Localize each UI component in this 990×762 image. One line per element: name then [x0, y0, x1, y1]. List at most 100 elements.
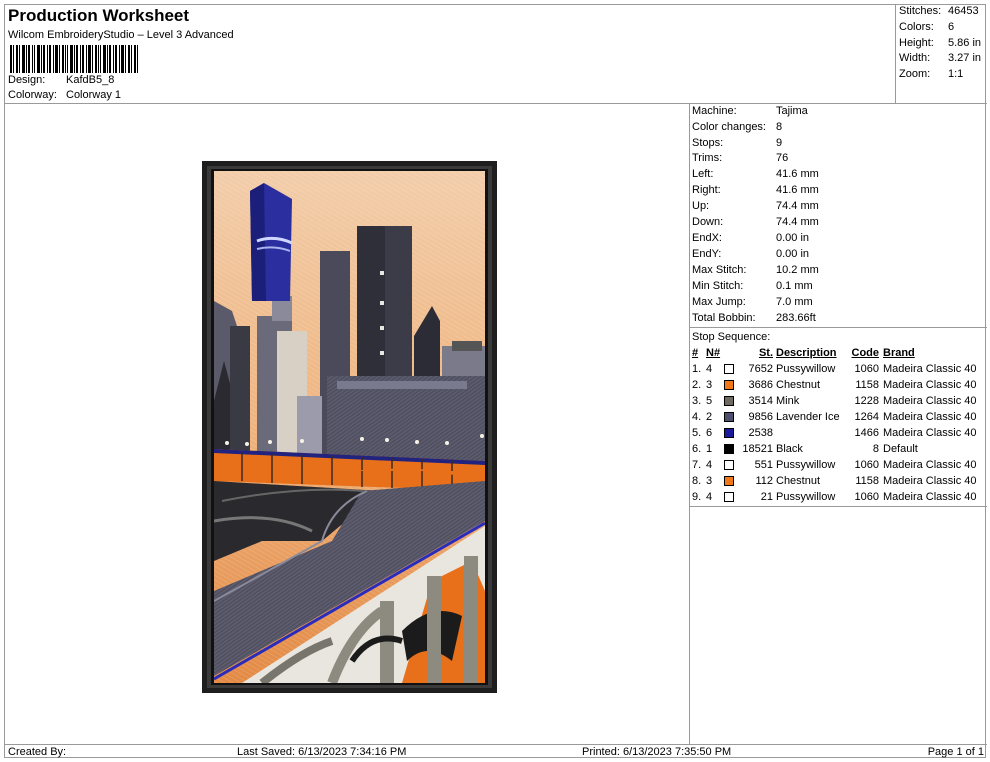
info-right: Right: 41.6 mm [692, 184, 819, 196]
divider [690, 506, 987, 507]
printed-date: Printed: 6/13/2023 7:35:50 PM [582, 746, 732, 758]
color-swatch-icon [724, 460, 734, 471]
color-swatch-icon [724, 412, 734, 423]
thread-brand: Madeira Classic 40 [883, 427, 977, 439]
color-swatch [724, 393, 738, 409]
summary-zoom: Zoom: 1:1 [899, 68, 964, 80]
stop-index: 2. [692, 379, 702, 391]
thread-description: Black [776, 443, 803, 455]
stop-sequence-table: # N# St. Description Code Brand 1. 4 7652 P… [690, 345, 987, 505]
info-max-jump: Max Jump: 7.0 mm [692, 296, 813, 308]
thread-code: 8 [872, 443, 879, 455]
worksheet-header: Production Worksheet Wilcom EmbroiderySt… [5, 5, 987, 104]
stop-sequence-title: Stop Sequence: [692, 331, 771, 343]
summary-colors: Colors: 6 [899, 21, 955, 33]
thread-code: 1158 [855, 475, 879, 487]
table-row: 4. 2 9856 Lavender Ice 1264 Madeira Classic 4… [690, 409, 987, 425]
divider [690, 327, 987, 328]
design-summary: Stitches: 46453 Colors: 6 Height: 5.86 in W… [895, 5, 987, 104]
table-row: 3. 5 3514 Mink 1228 Madeira Classic 40 [690, 393, 987, 409]
stitch-count: 7652 [748, 363, 773, 375]
color-swatch-icon [724, 380, 734, 391]
page-number: Page 1 of 1 [927, 746, 984, 758]
thread-description: Pussywillow [776, 491, 836, 503]
production-worksheet: Production Worksheet Wilcom EmbroiderySt… [4, 4, 987, 759]
needle-number: 3 [706, 379, 713, 391]
stop-index: 9. [692, 491, 702, 503]
needle-number: 6 [706, 427, 713, 439]
table-row: 5. 6 2538 1466 Madeira Classic 40 [690, 425, 987, 441]
needle-number: 4 [706, 491, 713, 503]
color-swatch [724, 489, 738, 505]
color-swatch-icon [724, 492, 734, 503]
thread-description: Mink [776, 395, 800, 407]
thread-brand: Madeira Classic 40 [883, 459, 977, 471]
stitch-count: 3686 [748, 379, 773, 391]
thread-code: 1060 [854, 491, 879, 503]
thread-description [776, 425, 849, 441]
thread-description: Lavender Ice [776, 411, 840, 423]
colorway-label: Colorway: [8, 89, 57, 101]
table-row: 8. 3 112 Chestnut 1158 Madeira Classic 40 [690, 473, 987, 489]
color-swatch [724, 409, 738, 425]
design-value: KafdB5_8 [66, 74, 115, 86]
info-max-stitch: Max Stitch: 10.2 mm [692, 264, 819, 276]
color-swatch-icon [724, 364, 734, 375]
stop-index: 6. [692, 443, 702, 455]
thread-description: Chestnut [776, 475, 821, 487]
needle-number: 4 [706, 459, 713, 471]
stop-table-header: # N# St. Description Code Brand [692, 347, 915, 359]
thread-code: 1228 [854, 395, 879, 407]
created-by: Created By: [8, 746, 67, 758]
stop-index: 4. [692, 411, 702, 423]
thread-description: Pussywillow [776, 459, 836, 471]
design-label: Design: [8, 74, 46, 86]
colorway-row: Colorway: Colorway 1 [8, 89, 121, 101]
stitch-count: 18521 [742, 443, 773, 455]
table-row: 7. 4 551 Pussywillow 1060 Madeira Classic 40 [690, 457, 987, 473]
stitch-count: 2538 [748, 427, 773, 439]
info-stops: Stops: 9 [692, 137, 783, 149]
info-up: Up: 74.4 mm [692, 200, 819, 212]
thread-brand: Madeira Classic 40 [883, 411, 977, 423]
thread-description: Chestnut [776, 379, 821, 391]
stitch-count: 3514 [748, 395, 773, 407]
color-swatch-icon [724, 476, 734, 487]
stop-index: 1. [692, 363, 702, 375]
info-endx: EndX: 0.00 in [692, 232, 810, 244]
color-swatch [724, 457, 738, 473]
stop-index: 3. [692, 395, 702, 407]
thread-code: 1158 [855, 379, 879, 391]
worksheet-title: Production Worksheet [8, 6, 190, 25]
color-swatch-icon [724, 396, 734, 407]
needle-number: 2 [706, 411, 713, 423]
stitch-count: 551 [754, 459, 773, 471]
thread-code: 1060 [854, 363, 879, 375]
stop-index: 7. [692, 459, 702, 471]
info-down: Down: 74.4 mm [692, 216, 819, 228]
stop-table-body: 1. 4 7652 Pussywillow 1060 Madeira Classic 40… [690, 361, 987, 505]
stitch-count: 9856 [748, 411, 773, 423]
summary-stitches: Stitches: 46453 [899, 5, 979, 17]
color-swatch [724, 425, 738, 441]
info-machine: Machine: Tajima [692, 105, 808, 117]
summary-width: Width: 3.27 in [899, 52, 982, 64]
thread-brand: Madeira Classic 40 [883, 363, 977, 375]
worksheet-footer: Created By: Last Saved: 6/13/2023 7:34:1… [5, 744, 987, 759]
stitch-count: 21 [760, 491, 773, 503]
needle-number: 3 [706, 475, 713, 487]
info-color-changes: Color changes: 8 [692, 121, 783, 133]
colorway-value: Colorway 1 [66, 89, 122, 101]
needle-number: 4 [706, 363, 713, 375]
info-endy: EndY: 0.00 in [692, 248, 810, 260]
color-swatch [724, 361, 738, 377]
stitch-count: 112 [755, 475, 773, 487]
last-saved: Last Saved: 6/13/2023 7:34:16 PM [237, 746, 407, 758]
thread-brand: Madeira Classic 40 [883, 475, 977, 487]
thread-brand: Madeira Classic 40 [883, 379, 977, 391]
color-swatch [724, 473, 738, 489]
software-name: Wilcom EmbroideryStudio – Level 3 Advanc… [8, 29, 234, 41]
barcode-icon [10, 45, 138, 73]
design-row: Design: KafdB5_8 [8, 74, 114, 86]
color-swatch [724, 377, 738, 393]
